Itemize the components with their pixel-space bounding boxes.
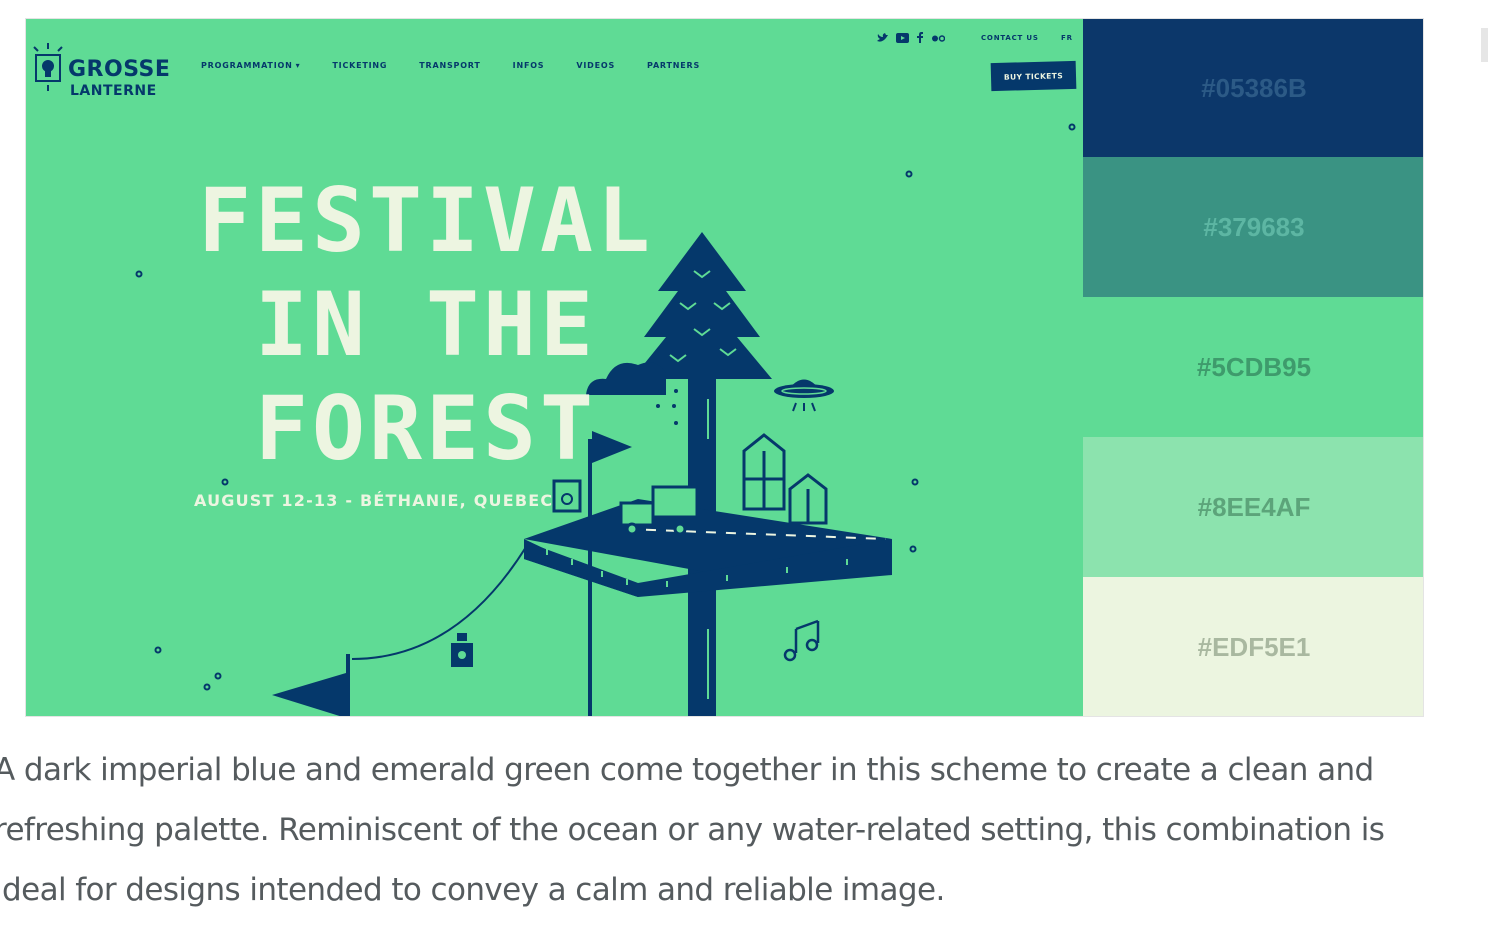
nav-partners[interactable]: PARTNERS (647, 59, 700, 71)
palette-figure: GROSSE LANTERNE PROGRAMMATION ▾ TICKETIN… (25, 18, 1424, 717)
youtube-icon[interactable] (896, 32, 909, 46)
website-screenshot: GROSSE LANTERNE PROGRAMMATION ▾ TICKETIN… (26, 19, 1083, 716)
headline-line3: FOREST (255, 377, 597, 480)
page-scrollbar[interactable] (1481, 28, 1488, 62)
language-toggle[interactable]: FR (1061, 34, 1073, 42)
swatch-8ee4af: #8EE4AF (1083, 437, 1423, 577)
nav-infos[interactable]: INFOS (513, 59, 545, 71)
swatch-hex: #05386B (1201, 72, 1307, 103)
grosse-lanterne-logo[interactable]: GROSSE LANTERNE (30, 35, 170, 111)
twitter-icon[interactable] (877, 32, 888, 46)
social-links (877, 32, 946, 46)
headline-line1: FESTIVAL (198, 169, 654, 272)
nav-programmation[interactable]: PROGRAMMATION ▾ (201, 59, 300, 71)
buy-tickets-button[interactable]: BUY TICKETS (990, 60, 1077, 92)
swatch-05386b: #05386B (1083, 19, 1423, 157)
facebook-icon[interactable] (917, 32, 924, 46)
lantern-logo-icon (33, 43, 63, 91)
chevron-down-icon: ▾ (295, 60, 301, 70)
logo-line1: GROSSE (68, 57, 171, 82)
swatch-hex: #379683 (1203, 211, 1305, 242)
swatch-5cdb95: #5CDB95 (1083, 297, 1423, 437)
swatch-edf5e1: #EDF5E1 (1083, 577, 1423, 716)
swatch-hex: #5CDB95 (1196, 351, 1312, 382)
nav-ticketing[interactable]: TICKETING (332, 59, 387, 71)
event-date-location: AUGUST 12-13 - BÉTHANIE, QUEBEC (194, 491, 554, 510)
headline-line2: IN THE (255, 273, 597, 376)
swatch-hex: #EDF5E1 (1197, 632, 1311, 662)
swatch-hex: #8EE4AF (1197, 491, 1311, 522)
nav-label: PROGRAMMATION (201, 60, 293, 70)
logo-line2: LANTERNE (70, 83, 157, 99)
main-nav: PROGRAMMATION ▾ TICKETING TRANSPORT INFO… (201, 59, 732, 71)
flickr-icon[interactable] (932, 34, 946, 45)
nav-videos[interactable]: VIDEOS (576, 59, 615, 71)
nav-transport[interactable]: TRANSPORT (419, 59, 480, 71)
swatch-379683: #379683 (1083, 157, 1423, 297)
hero-headline: FESTIVAL IN THE FOREST (186, 169, 666, 481)
contact-link[interactable]: CONTACT US (981, 34, 1039, 42)
palette-description: A dark imperial blue and emerald green c… (0, 752, 1385, 908)
